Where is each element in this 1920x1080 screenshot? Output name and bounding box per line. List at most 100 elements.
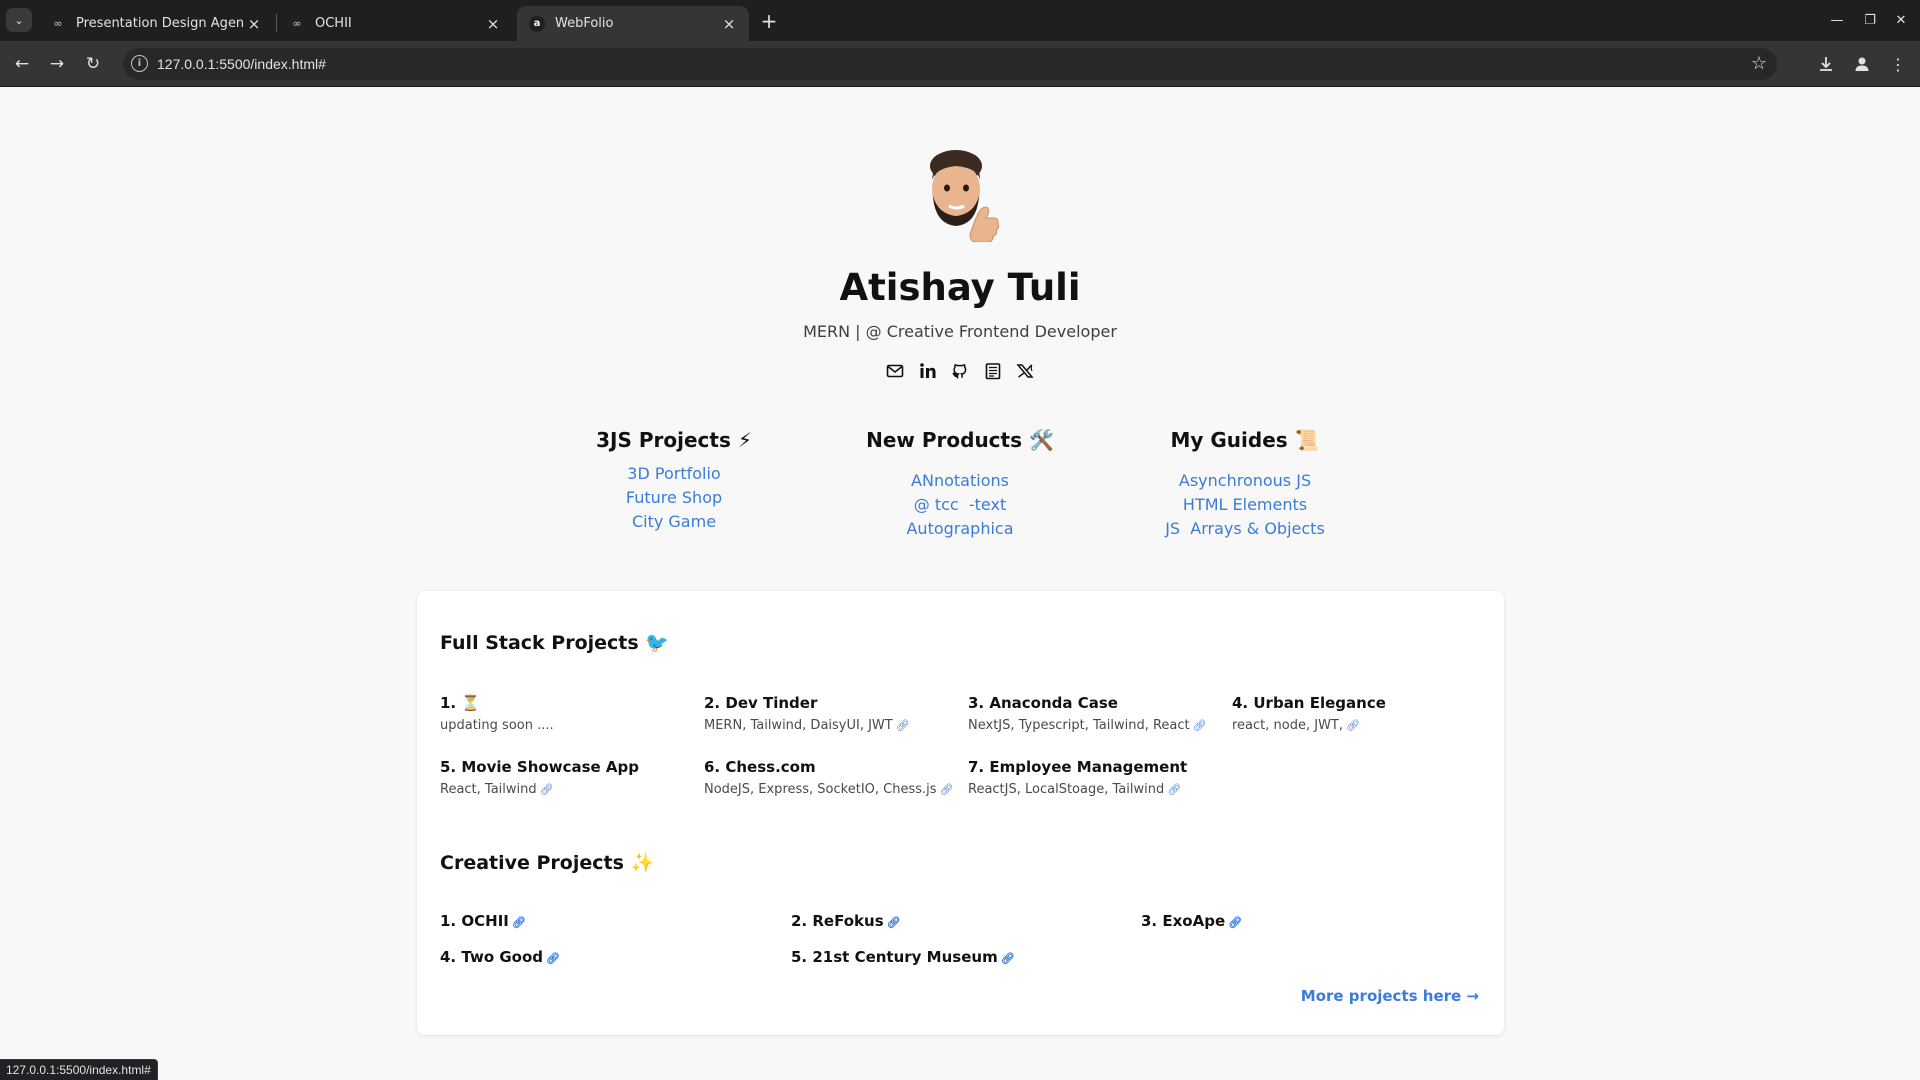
project-stack: React, Tailwind (440, 782, 537, 797)
infinity-icon: ∞ (53, 17, 63, 30)
link-icon[interactable]: 🔗︎ (512, 916, 526, 929)
a-favicon-icon: a (529, 15, 545, 32)
fullstack-project-6[interactable]: 6. Chess.com NodeJS, Express, SocketIO, … (704, 758, 954, 797)
more-projects-link[interactable]: More projects here → (1301, 987, 1479, 1005)
github-icon[interactable] (950, 361, 970, 381)
creative-project-1[interactable]: 1. OCHII 🔗︎ (440, 912, 526, 930)
link-icon[interactable]: 🔗︎ (887, 916, 901, 929)
reload-icon: ↻ (85, 54, 101, 74)
project-title: ReFokus (812, 912, 884, 930)
link-city-game[interactable]: City Game (544, 510, 804, 534)
url-text[interactable]: 127.0.0.1:5500/index.html# (157, 48, 326, 80)
link-icon[interactable]: 🔗︎ (1228, 916, 1242, 929)
browser-toolbar: ← → ↻ i 127.0.0.1:5500/index.html# ☆ ⋮ (0, 41, 1920, 87)
link-html-elements[interactable]: HTML Elements (1115, 493, 1375, 517)
fullstack-project-2[interactable]: 2. Dev Tinder MERN, Tailwind, DaisyUI, J… (704, 694, 954, 733)
projects-card: Full Stack Projects 🐦 1. ⏳ updating soon… (417, 591, 1504, 1035)
fullstack-project-7[interactable]: 7. Employee Management ReactJS, LocalSto… (968, 758, 1218, 797)
project-title: Chess.com (725, 758, 816, 776)
link-icon[interactable]: 🔗︎ (1346, 719, 1360, 732)
bookmark-star-icon[interactable]: ☆ (1751, 53, 1767, 74)
status-bar-url: 127.0.0.1:5500/index.html# (0, 1059, 158, 1080)
project-title: OCHII (461, 912, 509, 930)
project-number: 2. (704, 694, 721, 712)
new-tab-button[interactable]: + (757, 9, 781, 33)
link-icon[interactable]: 🔗︎ (1193, 719, 1207, 732)
link-icon[interactable]: 🔗︎ (546, 952, 560, 965)
arrow-right-icon: → (49, 54, 65, 74)
tab-search-button[interactable]: ⌄ (6, 8, 32, 32)
fullstack-project-4[interactable]: 4. Urban Elegance react, node, JWT, 🔗︎ (1232, 694, 1482, 733)
project-number: 7. (968, 758, 985, 776)
creative-project-3[interactable]: 3. ExoApe 🔗︎ (1141, 912, 1242, 930)
link-asynchronous-js[interactable]: Asynchronous JS (1115, 469, 1375, 493)
creative-project-4[interactable]: 4. Two Good 🔗︎ (440, 948, 560, 966)
creative-project-5[interactable]: 5. 21st Century Museum 🔗︎ (791, 948, 1015, 966)
column-3js-projects: 3JS Projects ⚡ 3D Portfolio Future Shop … (544, 428, 804, 534)
project-number: 4. (1232, 694, 1249, 712)
mail-icon[interactable] (885, 361, 905, 381)
column-my-guides: My Guides 📜 Asynchronous JS HTML Element… (1115, 428, 1375, 541)
fullstack-project-1[interactable]: 1. ⏳ updating soon .... (440, 694, 690, 733)
link-annotations[interactable]: ANnotations (830, 469, 1090, 493)
kebab-menu-icon: ⋮ (1890, 54, 1906, 74)
link-icon[interactable]: 🔗︎ (1001, 952, 1015, 965)
linkedin-icon[interactable] (918, 361, 938, 381)
link-3d-portfolio[interactable]: 3D Portfolio (544, 462, 804, 486)
tab-strip: ⌄ ∞ Presentation Design Agency × ∞ OCHII… (0, 0, 1920, 41)
link-autographica[interactable]: Autographica (830, 517, 1090, 541)
minimize-icon: — (1830, 12, 1844, 28)
project-number: 5. (440, 758, 457, 776)
close-icon[interactable]: × (244, 14, 264, 34)
site-info-icon[interactable]: i (131, 55, 148, 72)
plus-icon: + (760, 9, 778, 33)
close-icon: ✕ (1895, 12, 1907, 28)
project-number: 6. (704, 758, 721, 776)
back-button[interactable]: ← (10, 52, 34, 76)
link-js-arrays-objects[interactable]: JS Arrays & Objects (1115, 517, 1375, 541)
project-number: 1. (440, 912, 457, 930)
link-icon[interactable]: 🔗︎ (540, 783, 554, 796)
link-icon[interactable]: 🔗︎ (896, 719, 910, 732)
creative-project-2[interactable]: 2. ReFokus 🔗︎ (791, 912, 901, 930)
column-heading: New Products 🛠️ (866, 428, 1054, 452)
project-stack: NodeJS, Express, SocketIO, Chess.js (704, 782, 937, 797)
project-title: Dev Tinder (725, 694, 818, 712)
restore-button[interactable]: ❐ (1857, 8, 1883, 32)
column-new-products: New Products 🛠️ ANnotations @ tcc -text … (830, 428, 1090, 541)
profile-button[interactable] (1850, 52, 1874, 76)
resume-icon[interactable] (983, 361, 1003, 381)
forward-button[interactable]: → (45, 52, 69, 76)
project-title: Anaconda Case (989, 694, 1118, 712)
link-icon[interactable]: 🔗︎ (940, 783, 954, 796)
profile-name: Atishay Tuli (839, 266, 1081, 309)
close-icon[interactable]: × (483, 14, 503, 34)
chevron-down-icon: ⌄ (14, 13, 24, 27)
twitter-x-icon[interactable] (1015, 361, 1035, 381)
link-icon[interactable]: 🔗︎ (1167, 783, 1181, 796)
link-future-shop[interactable]: Future Shop (544, 486, 804, 510)
menu-button[interactable]: ⋮ (1886, 52, 1910, 76)
tab-presentation-design[interactable]: ∞ Presentation Design Agency × (38, 6, 274, 41)
address-bar[interactable]: i 127.0.0.1:5500/index.html# ☆ (123, 48, 1777, 80)
minimize-button[interactable]: — (1824, 8, 1850, 32)
restore-icon: ❐ (1864, 12, 1876, 28)
project-title: Urban Elegance (1253, 694, 1386, 712)
tab-ochii[interactable]: ∞ OCHII × (277, 6, 513, 41)
project-number: 4. (440, 948, 457, 966)
project-number: 3. (968, 694, 985, 712)
reload-button[interactable]: ↻ (81, 52, 105, 76)
project-number: 1. (440, 694, 457, 712)
tab-webfolio[interactable]: a WebFolio × (517, 6, 749, 41)
fullstack-project-5[interactable]: 5. Movie Showcase App React, Tailwind 🔗︎ (440, 758, 690, 797)
fullstack-project-3[interactable]: 3. Anaconda Case NextJS, Typescript, Tai… (968, 694, 1218, 733)
project-number: 3. (1141, 912, 1158, 930)
project-stack: NextJS, Typescript, Tailwind, React (968, 718, 1190, 733)
close-icon[interactable]: × (719, 14, 739, 34)
profile-icon (1855, 57, 1869, 71)
download-button[interactable] (1814, 52, 1838, 76)
link-tcc-text[interactable]: @ tcc -text (830, 493, 1090, 517)
project-stack: MERN, Tailwind, DaisyUI, JWT (704, 718, 893, 733)
project-number: 5. (791, 948, 808, 966)
close-window-button[interactable]: ✕ (1888, 8, 1914, 32)
